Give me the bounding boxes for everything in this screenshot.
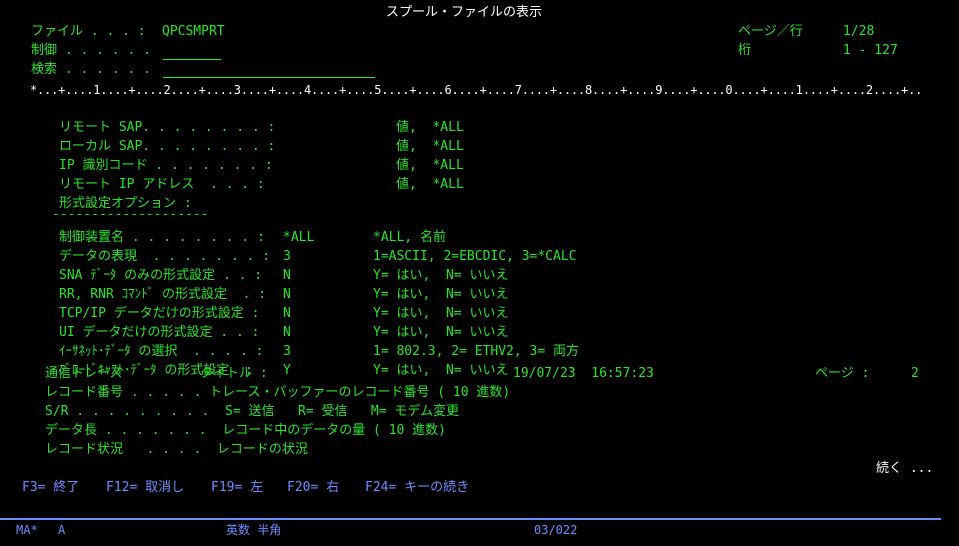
option-label: データの表現 . . . . . . . : xyxy=(59,249,271,264)
option-label: リモート IP アドレス . . . : xyxy=(59,177,265,192)
option-help: *ALL, 名前 xyxy=(373,230,446,245)
trace-line-4: レコード状況 . . . . レコードの状況 xyxy=(45,442,308,457)
option-label: UI データだけの形式設定 . . : xyxy=(59,325,260,340)
screen-title: スプール・ファイルの表示 xyxy=(386,5,543,20)
control-input[interactable] xyxy=(163,59,221,60)
control-label: 制御 . . . . . . xyxy=(31,43,151,58)
column-ruler: *...+....1....+....2....+....3....+....4… xyxy=(30,83,923,97)
option-help: 値, *ALL xyxy=(396,177,464,192)
page-row-label: ページ／行 xyxy=(738,24,803,39)
option-label: TCP/IP データだけの形式設定 : xyxy=(59,306,260,321)
option-label: 制御装置名 . . . . . . . . : xyxy=(59,230,265,245)
option-help: Y= はい, N= いいえ xyxy=(373,306,509,321)
option-label: -------------------- xyxy=(52,207,209,222)
option-help: 値, *ALL xyxy=(396,139,464,154)
input-mode: 英数 半角 xyxy=(226,523,282,537)
option-help: 値, *ALL xyxy=(396,120,464,135)
column-value: 1 - 127 xyxy=(843,43,898,58)
option-help: Y= はい, N= いいえ xyxy=(373,325,509,340)
file-value: QPCSMPRT xyxy=(162,24,225,39)
option-label: SNA ﾃﾞｰﾀ のみの形式設定 . . : xyxy=(59,268,263,283)
status-divider xyxy=(0,518,941,520)
f19-left-key[interactable]: F19= 左 xyxy=(211,480,263,496)
option-value-input[interactable]: *ALL xyxy=(283,230,314,246)
option-help: 値, *ALL xyxy=(396,158,464,173)
option-value-input[interactable]: N xyxy=(283,325,291,341)
page-row-value: 1/28 xyxy=(843,24,875,39)
f24-more-keys[interactable]: F24= キーの続き xyxy=(365,480,469,496)
search-label: 検索 . . . . . . xyxy=(31,62,151,77)
option-label: IP 識別コード . . . . . . . : xyxy=(59,158,273,173)
file-label: ファイル . . . : xyxy=(31,24,146,39)
trace-page-value: 2 xyxy=(911,366,919,381)
option-help: Y= はい, N= いいえ xyxy=(373,287,509,302)
option-value-input[interactable]: N xyxy=(283,306,291,322)
column-label: 桁 xyxy=(738,43,752,58)
option-value-input[interactable]: 3 xyxy=(283,249,291,265)
trace-name: 通信トレース xyxy=(45,366,123,381)
option-label: ローカル SAP. . . . . . . . : xyxy=(59,139,276,154)
option-label: ｲｰｻﾈｯﾄ･ﾃﾞｰﾀ の選択 . . . . : xyxy=(59,344,264,359)
trace-datetime: 19/07/23 16:57:23 xyxy=(513,366,654,381)
session-indicator: MA* xyxy=(16,523,38,537)
trace-title-label: タイトル : xyxy=(200,366,268,381)
option-value-input[interactable]: Y xyxy=(283,363,291,379)
trace-line-2: S/R . . . . . . . . . S= 送信 R= 受信 M= モデム… xyxy=(45,404,460,419)
option-help: Y= はい, N= いいえ xyxy=(373,268,509,283)
cursor-position: 03/022 xyxy=(534,523,578,537)
option-help: 1= 802.3, 2= ETHV2, 3= 両方 xyxy=(373,344,580,359)
option-label: リモート SAP. . . . . . . . : xyxy=(59,120,276,135)
trace-line-1: レコード番号 . . . . . トレース・バッファーのレコード番号 ( 10 … xyxy=(45,385,511,400)
search-input[interactable] xyxy=(163,77,375,78)
option-help: 1=ASCII, 2=EBCDIC, 3=*CALC xyxy=(373,249,577,264)
option-help: Y= はい, N= いいえ xyxy=(373,363,509,378)
option-value-input[interactable]: N xyxy=(283,287,291,303)
f3-exit-key[interactable]: F3= 終了 xyxy=(22,480,79,496)
option-value-input[interactable]: 3 xyxy=(283,344,291,360)
system-indicator: A xyxy=(58,523,66,537)
more-indicator: 続く ... xyxy=(876,461,934,476)
trace-page-label: ページ : xyxy=(815,366,870,381)
trace-line-3: データ長 . . . . . . . レコード中のデータの量 ( 10 進数) xyxy=(45,423,447,438)
f20-right-key[interactable]: F20= 右 xyxy=(287,480,339,496)
option-label: RR, RNR ｺﾏﾝﾄﾞ の形式設定 . : xyxy=(59,287,267,302)
f12-cancel-key[interactable]: F12= 取消し xyxy=(106,480,184,496)
option-value-input[interactable]: N xyxy=(283,268,291,284)
